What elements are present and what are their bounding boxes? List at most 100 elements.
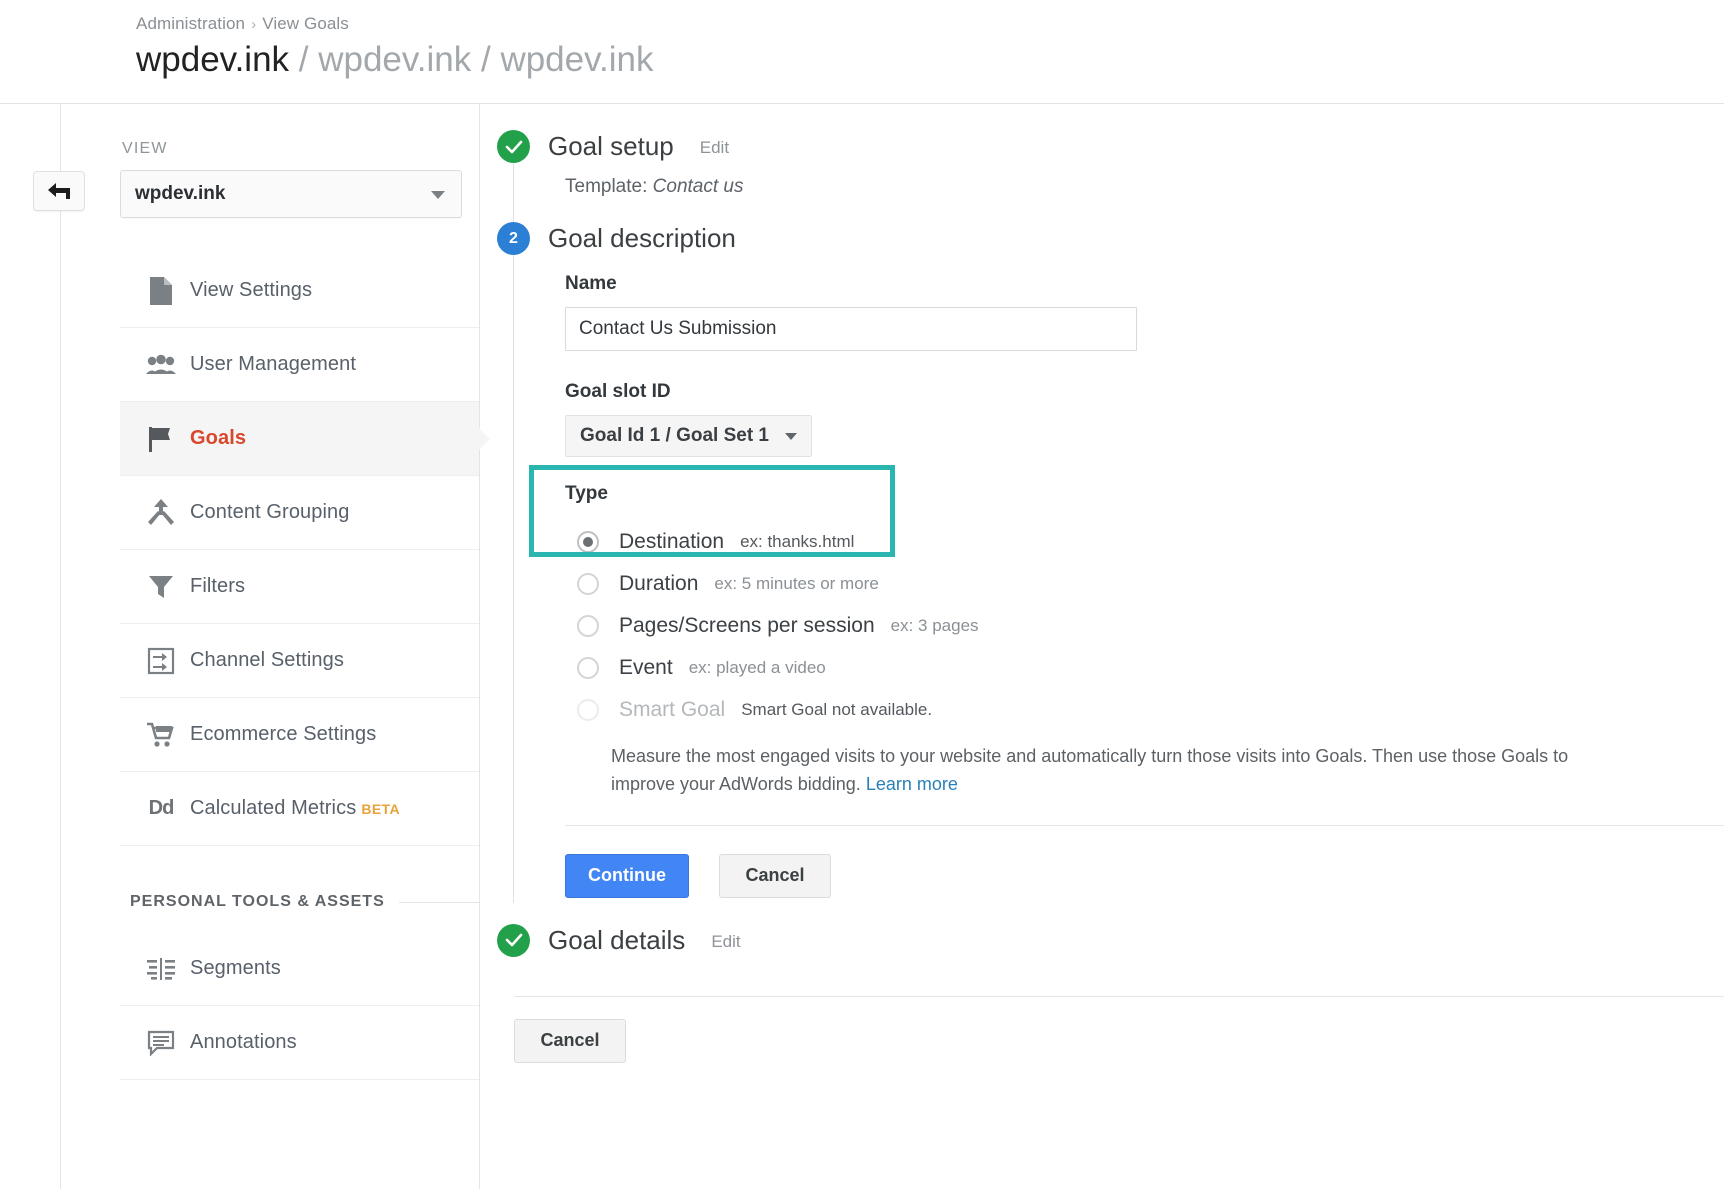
radio-example: ex: thanks.html [740, 532, 854, 552]
sidebar-item-filters[interactable]: Filters [120, 550, 479, 624]
radio-option-smart-goal: Smart Goal Smart Goal not available. [577, 689, 1724, 731]
radio-example: ex: 5 minutes or more [714, 574, 878, 594]
sidebar-item-label: View Settings [190, 279, 312, 302]
page-bottom-divider [514, 996, 1724, 997]
view-section-label: VIEW [120, 140, 479, 158]
step-complete-icon [497, 924, 530, 957]
form-actions: Continue Cancel [565, 854, 1724, 898]
name-field-label: Name [565, 273, 1724, 295]
radio-button [577, 699, 599, 721]
page-body: VIEW wpdev.ink View Settings User Man [0, 104, 1724, 1189]
flag-icon [132, 424, 190, 454]
checkmark-icon [505, 138, 523, 156]
sidebar-section-label: PERSONAL TOOLS & ASSETS [130, 893, 385, 911]
page-title-main: wpdev.ink [136, 40, 289, 79]
sidebar-item-ecommerce-settings[interactable]: Ecommerce Settings [120, 698, 479, 772]
wizard-step-goal-details: Goal details Edit [514, 924, 1724, 960]
sidebar-item-label: Goals [190, 427, 246, 450]
radio-option-pages-screens[interactable]: Pages/Screens per session ex: 3 pages [577, 605, 1724, 647]
main-content: Goal setup Edit Template: Contact us 2 G… [480, 104, 1724, 1189]
breadcrumb-separator: › [251, 16, 256, 33]
cart-icon [132, 721, 190, 749]
page-header: Administration › View Goals wpdev.ink / wp… [0, 0, 1724, 104]
wizard-step-goal-description: 2 Goal description [514, 222, 1724, 255]
sidebar-item-calculated-metrics[interactable]: Dd Calculated Metrics BETA [120, 772, 479, 846]
radio-button[interactable] [577, 531, 599, 553]
radio-label: Event [619, 656, 673, 680]
sidebar-item-channel-settings[interactable]: Channel Settings [120, 624, 479, 698]
goal-slot-id-select[interactable]: Goal Id 1 / Goal Set 1 [565, 415, 812, 457]
edit-goal-setup-link[interactable]: Edit [700, 130, 729, 166]
radio-label: Smart Goal [619, 698, 725, 722]
sidebar-section-personal-tools: PERSONAL TOOLS & ASSETS [120, 872, 479, 932]
goal-type-section: Type Destination ex: thanks.html Duratio… [565, 483, 1724, 799]
left-rail [0, 104, 120, 1189]
merge-arrow-icon [132, 498, 190, 528]
breadcrumb-root[interactable]: Administration [136, 14, 245, 33]
radio-button[interactable] [577, 657, 599, 679]
goal-wizard: Goal setup Edit Template: Contact us 2 G… [480, 130, 1724, 1063]
people-icon [132, 354, 190, 376]
radio-option-duration[interactable]: Duration ex: 5 minutes or more [577, 563, 1724, 605]
page-title-path: / wpdev.ink / wpdev.ink [299, 40, 654, 79]
view-selector-value: wpdev.ink [135, 183, 225, 205]
annotation-icon [132, 1030, 190, 1056]
sidebar-item-segments[interactable]: Segments [120, 932, 479, 1006]
rail-divider [60, 104, 61, 1189]
step-title: Goal setup [548, 130, 674, 163]
wizard-timeline [513, 152, 514, 903]
goal-type-radio-group: Destination ex: thanks.html Duration ex:… [565, 521, 1724, 799]
back-button[interactable] [33, 171, 85, 211]
radio-button[interactable] [577, 615, 599, 637]
page-actions: Cancel [514, 1019, 1724, 1063]
radio-option-event[interactable]: Event ex: played a video [577, 647, 1724, 689]
edit-goal-details-link[interactable]: Edit [711, 924, 740, 960]
sidebar-item-user-management[interactable]: User Management [120, 328, 479, 402]
continue-button[interactable]: Continue [565, 854, 689, 898]
page-cancel-button[interactable]: Cancel [514, 1019, 626, 1063]
sidebar-item-label: User Management [190, 353, 356, 376]
section-rule [399, 902, 479, 903]
view-selector[interactable]: wpdev.ink [120, 170, 462, 218]
radio-option-destination[interactable]: Destination ex: thanks.html [577, 521, 1724, 563]
sidebar-item-label: Annotations [190, 1031, 297, 1054]
goal-description-form: Name Goal slot ID Goal Id 1 / Goal Set 1… [565, 273, 1724, 898]
form-divider [565, 825, 1724, 826]
page-title: wpdev.ink / wpdev.ink / wpdev.ink [136, 40, 1724, 80]
step-title: Goal description [548, 222, 736, 255]
template-prefix: Template: [565, 176, 647, 197]
sidebar-item-label: Segments [190, 957, 281, 980]
sidebar-item-goals[interactable]: Goals [120, 402, 479, 476]
type-label: Type [565, 483, 1724, 505]
smart-goal-description-text: Measure the most engaged visits to your … [611, 746, 1568, 794]
radio-example: Smart Goal not available. [741, 700, 932, 720]
template-value: Contact us [653, 176, 744, 197]
sidebar-item-label: Filters [190, 575, 245, 598]
radio-label: Pages/Screens per session [619, 614, 875, 638]
channel-icon [132, 647, 190, 675]
sidebar-item-label: Calculated Metrics [190, 797, 356, 820]
radio-button[interactable] [577, 573, 599, 595]
sidebar-nav: View Settings User Management Goals [120, 254, 479, 1080]
checkmark-icon [505, 931, 523, 949]
chevron-down-icon [785, 433, 797, 440]
beta-badge: BETA [361, 801, 400, 817]
sidebar-item-annotations[interactable]: Annotations [120, 1006, 479, 1080]
step-number-badge: 2 [497, 222, 530, 255]
segments-icon [132, 957, 190, 981]
smart-goal-description: Measure the most engaged visits to your … [611, 743, 1571, 799]
step-complete-icon [497, 130, 530, 163]
sidebar-item-label: Channel Settings [190, 649, 344, 672]
radio-example: ex: 3 pages [891, 616, 979, 636]
learn-more-link[interactable]: Learn more [866, 774, 958, 794]
step-title: Goal details [548, 924, 685, 957]
sidebar: VIEW wpdev.ink View Settings User Man [120, 104, 480, 1189]
goal-slot-id-label: Goal slot ID [565, 381, 1724, 403]
goal-name-input[interactable] [565, 307, 1137, 351]
back-arrow-icon [46, 181, 72, 201]
cancel-button[interactable]: Cancel [719, 854, 831, 898]
chevron-down-icon [431, 191, 445, 199]
breadcrumb-current[interactable]: View Goals [262, 14, 349, 33]
sidebar-item-content-grouping[interactable]: Content Grouping [120, 476, 479, 550]
sidebar-item-view-settings[interactable]: View Settings [120, 254, 479, 328]
